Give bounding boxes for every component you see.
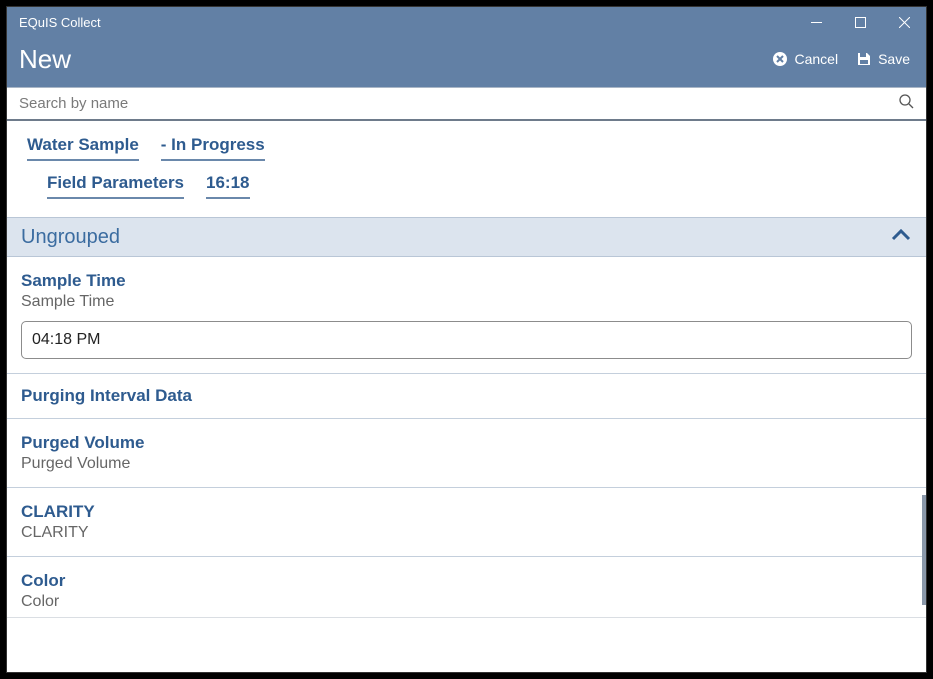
save-label: Save bbox=[878, 51, 910, 67]
breadcrumb-status[interactable]: - In Progress bbox=[161, 135, 265, 161]
breadcrumb-time[interactable]: 16:18 bbox=[206, 173, 249, 199]
group-title: Ungrouped bbox=[21, 226, 120, 249]
cancel-label: Cancel bbox=[794, 51, 838, 67]
titlebar: EQuIS Collect bbox=[7, 7, 926, 37]
field-sublabel: CLARITY bbox=[21, 524, 912, 542]
close-icon bbox=[899, 17, 910, 28]
field-sublabel: Sample Time bbox=[21, 293, 912, 311]
fields-container: Sample Time Sample Time Purging Interval… bbox=[7, 257, 926, 672]
save-icon bbox=[856, 51, 872, 67]
minimize-icon bbox=[811, 17, 822, 28]
field-label: CLARITY bbox=[21, 502, 912, 522]
search-input[interactable] bbox=[19, 95, 899, 112]
maximize-icon bbox=[855, 17, 866, 28]
group-header[interactable]: Ungrouped bbox=[7, 217, 926, 257]
chevron-up-icon bbox=[890, 224, 912, 251]
window-maximize-button[interactable] bbox=[838, 7, 882, 37]
scrollbar[interactable] bbox=[922, 495, 926, 605]
window-minimize-button[interactable] bbox=[794, 7, 838, 37]
window-close-button[interactable] bbox=[882, 7, 926, 37]
cancel-icon bbox=[772, 51, 788, 67]
search-bar bbox=[7, 87, 926, 121]
window-title: EQuIS Collect bbox=[19, 15, 101, 30]
field-label: Purged Volume bbox=[21, 433, 912, 453]
field-sample-time[interactable]: Sample Time Sample Time bbox=[7, 257, 926, 374]
section-label: Purging Interval Data bbox=[21, 386, 192, 405]
breadcrumb-field-parameters[interactable]: Field Parameters bbox=[47, 173, 184, 199]
sample-time-input[interactable] bbox=[21, 321, 912, 359]
field-label: Sample Time bbox=[21, 271, 912, 291]
breadcrumb-water-sample[interactable]: Water Sample bbox=[27, 135, 139, 161]
app-window: EQuIS Collect New Cancel Save Water bbox=[6, 6, 927, 673]
field-color[interactable]: Color Color bbox=[7, 557, 926, 618]
field-clarity[interactable]: CLARITY CLARITY bbox=[7, 488, 926, 557]
page-header: New Cancel Save bbox=[7, 37, 926, 87]
field-purged-volume[interactable]: Purged Volume Purged Volume bbox=[7, 419, 926, 488]
cancel-button[interactable]: Cancel bbox=[772, 51, 838, 67]
field-label: Color bbox=[21, 571, 912, 591]
section-purging-interval[interactable]: Purging Interval Data bbox=[7, 374, 926, 419]
save-button[interactable]: Save bbox=[856, 51, 910, 67]
breadcrumb: Water Sample - In Progress Field Paramet… bbox=[7, 121, 926, 217]
field-sublabel: Purged Volume bbox=[21, 455, 912, 473]
search-icon[interactable] bbox=[899, 94, 914, 114]
page-title: New bbox=[19, 44, 71, 75]
field-sublabel: Color bbox=[21, 593, 912, 611]
